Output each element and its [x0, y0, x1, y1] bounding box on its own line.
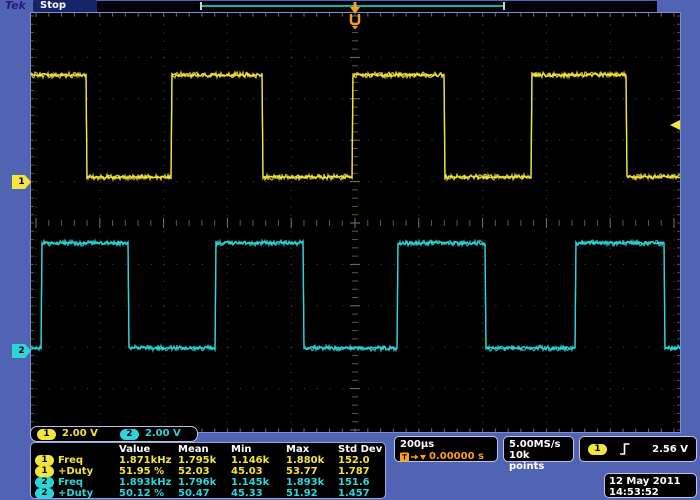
col-max: Max [286, 444, 338, 455]
measurement-stddev: 151.6 [338, 477, 385, 488]
expansion-point-icon [347, 13, 363, 30]
ch2-trace [31, 242, 680, 350]
datetime-readout: 12 May 2011 14:53:52 [604, 473, 697, 498]
acquisition-readout[interactable]: 5.00MS/s 10k points [503, 436, 574, 462]
trigger-level-arrow-icon[interactable] [670, 120, 680, 130]
measurement-name: Freq [58, 455, 83, 466]
measurement-stddev: 1.787 [338, 466, 385, 477]
measurement-min: 45.03 [231, 466, 286, 477]
trigger-readout[interactable]: 1 2.56 V [579, 436, 697, 462]
measurement-stddev: 152.0 [338, 455, 385, 466]
graticule-and-traces [30, 12, 681, 433]
time-value: 14:53:52 [609, 487, 692, 498]
row-ch-badge: 2 [35, 488, 54, 499]
top-status-bar: Tek Stop [0, 0, 700, 12]
row-ch-badge: 2 [35, 477, 54, 488]
measurement-row-ch2-freq[interactable]: 2 Freq 1.893kHz 1.796k 1.145k 1.893k 151… [35, 477, 385, 488]
ch1-scale-readout[interactable]: 1 2.00 V [37, 427, 98, 441]
sample-rate-value: 5.00MS/s [509, 439, 568, 450]
measurement-stddev: 1.457 [338, 488, 385, 499]
ch1-trace [31, 74, 680, 179]
row-ch-badge: 1 [35, 455, 54, 466]
measurement-max: 51.92 [286, 488, 338, 499]
measurement-mean: 52.03 [178, 466, 231, 477]
ch2-scale-readout[interactable]: 2 2.00 V [120, 427, 181, 441]
col-value: Value [119, 444, 178, 455]
ch2-ground-marker[interactable]: 2 [12, 344, 31, 358]
trigger-position-readout: 0.00000 s [400, 451, 492, 462]
acquisition-status-button[interactable]: Stop [33, 0, 97, 12]
trigger-position-icon [400, 452, 426, 462]
oscilloscope-ui: Tek Stop 1 2 1 2.00 V 2 2 [0, 0, 700, 500]
ch1-trace [31, 72, 680, 180]
trigger-position-value: 0.00000 s [429, 451, 484, 462]
measurement-mean: 50.47 [178, 488, 231, 499]
tek-logo: Tek [5, 0, 26, 12]
measurements-panel: Value Mean Min Max Std Dev 1 Freq 1.871k… [30, 442, 386, 499]
timebase-value: 200µs [400, 439, 492, 450]
measurement-value: 1.893kHz [119, 477, 178, 488]
measurement-value: 51.95 % [119, 466, 178, 477]
measurement-max: 53.77 [286, 466, 338, 477]
record-length-value: 10k points [509, 450, 568, 472]
horizontal-timebase-readout[interactable]: 200µs 0.00000 s [394, 436, 498, 462]
measurement-value: 1.871kHz [119, 455, 178, 466]
measurement-row-ch1-freq[interactable]: 1 Freq 1.871kHz 1.795k 1.146k 1.880k 152… [35, 455, 385, 466]
row-ch-badge: 1 [35, 466, 54, 477]
measurement-mean: 1.795k [178, 455, 231, 466]
col-min: Min [231, 444, 286, 455]
col-stddev: Std Dev [338, 444, 385, 455]
measurement-name: +Duty [58, 488, 93, 499]
date-value: 12 May 2011 [609, 476, 692, 487]
ch1-ground-marker[interactable]: 1 [12, 175, 31, 189]
trigger-level-value: 2.56 V [652, 444, 688, 455]
ch1-badge: 1 [37, 429, 56, 440]
ch2-scale-value: 2.00 V [145, 427, 181, 441]
measurement-mean: 1.796k [178, 477, 231, 488]
measurement-row-ch2-duty[interactable]: 2 +Duty 50.12 % 50.47 45.33 1.457 51.92 [35, 488, 385, 499]
measurement-max: 1.880k [286, 455, 338, 466]
record-view-right-bracket [503, 2, 505, 10]
trigger-source-badge: 1 [588, 444, 607, 455]
measurement-min: 1.146k [231, 455, 286, 466]
channel-scale-bar: 1 2.00 V 2 2.00 V [30, 426, 198, 442]
measurement-name: Freq [58, 477, 83, 488]
record-view-left-bracket [200, 2, 202, 10]
measurements-header-row: Value Mean Min Max Std Dev [35, 444, 385, 455]
measurement-name: +Duty [58, 466, 93, 477]
record-view-strip [97, 1, 657, 12]
measurement-max: 1.893k [286, 477, 338, 488]
ch2-badge: 2 [120, 429, 139, 440]
measurement-row-ch1-duty[interactable]: 1 +Duty 51.95 % 52.03 45.03 53.77 1.787 [35, 466, 385, 477]
ch1-scale-value: 2.00 V [62, 427, 98, 441]
rising-edge-slope-icon [619, 442, 631, 456]
col-mean: Mean [178, 444, 231, 455]
measurement-min: 1.145k [231, 477, 286, 488]
measurement-min: 45.33 [231, 488, 286, 499]
measurement-value: 50.12 % [119, 488, 178, 499]
